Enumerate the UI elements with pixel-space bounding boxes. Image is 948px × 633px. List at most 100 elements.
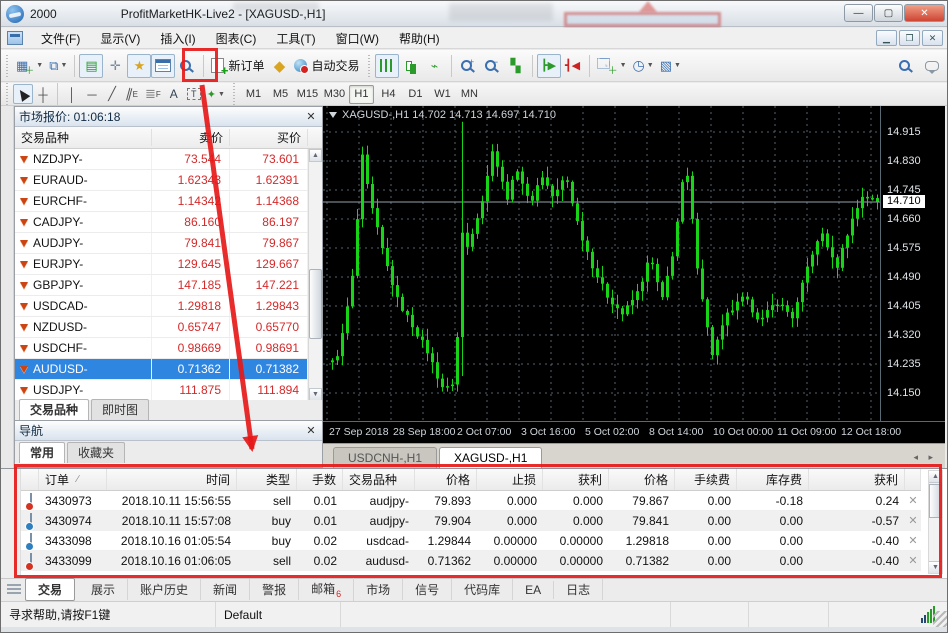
tab-常用[interactable]: 常用 <box>19 442 66 463</box>
toolbar-drag-handle[interactable] <box>4 54 10 77</box>
terminal-scrollbar[interactable]: ▲ ▼ <box>928 470 943 574</box>
timeframe-m5[interactable]: M5 <box>268 85 293 104</box>
orders-col-header-0[interactable]: 订单 ∕ <box>39 469 107 490</box>
toolbar-drag-handle[interactable] <box>4 83 10 105</box>
vertical-line-button[interactable]: │ <box>62 84 82 104</box>
market-watch-row[interactable]: AUDUSD- 0.71362 0.71382 <box>15 359 322 380</box>
timeframe-mn[interactable]: MN <box>457 85 482 104</box>
market-watch-close-icon[interactable]: ✕ <box>304 110 318 123</box>
orders-col-header-4[interactable]: 交易品种 <box>343 469 415 490</box>
profiles-button[interactable]: ⧉ ▼ <box>46 54 70 78</box>
indicators-button[interactable]: 🗔 ＋ ▼ <box>594 54 630 78</box>
orders-col-header-5[interactable]: 价格 <box>415 469 477 490</box>
trendline-button[interactable]: ╱ <box>102 84 122 104</box>
resize-grip[interactable] <box>933 611 947 627</box>
chart-tab-USDCNH-,H1[interactable]: USDCNH-,H1 <box>333 447 438 468</box>
close-order-icon[interactable]: ✕ <box>905 494 921 507</box>
market-watch-row[interactable]: USDJPY- 111.875 111.894 <box>15 380 322 401</box>
bar-chart-button[interactable] <box>374 53 399 78</box>
time-axis[interactable]: 27 Sep 2018 28 Sep 18:00 2 Oct 07:00 3 Oct … <box>323 421 945 443</box>
scroll-thumb[interactable] <box>309 269 322 339</box>
market-watch-scrollbar[interactable]: ▲ ▼ <box>308 149 322 401</box>
terminal-tab-交易[interactable]: 交易 <box>25 578 76 601</box>
terminal-tab-代码库[interactable]: 代码库 <box>452 579 514 600</box>
orders-col-header-10[interactable]: 库存费 <box>737 469 809 490</box>
timeframe-m1[interactable]: M1 <box>241 85 266 104</box>
orders-col-header-1[interactable]: 时间 <box>107 469 237 490</box>
maximize-button[interactable]: ▢ <box>874 4 903 22</box>
channel-button[interactable]: ∥ E <box>122 84 142 104</box>
autotrading-button[interactable]: 自动交易 <box>291 54 362 78</box>
market-watch-row[interactable]: GBPJPY- 147.185 147.221 <box>15 275 322 296</box>
menu-item-插入I[interactable]: 插入(I) <box>150 28 205 49</box>
zoom-in-button[interactable]: + <box>456 54 480 78</box>
timeframe-w1[interactable]: W1 <box>430 85 455 104</box>
order-row[interactable]: 3430974 2018.10.11 15:57:08 buy 0.01 audjpy-… <box>21 511 921 531</box>
data-window-button[interactable]: ✛ <box>103 54 127 78</box>
terminal-tab-日志[interactable]: 日志 <box>554 579 604 600</box>
child-close-button[interactable]: ✕ <box>922 30 943 46</box>
market-watch-button[interactable]: ▤ <box>79 53 104 78</box>
chart-shift-button[interactable]: ┫◀ <box>561 54 585 78</box>
terminal-tab-信号[interactable]: 信号 <box>403 579 453 600</box>
close-order-icon[interactable]: ✕ <box>905 534 921 547</box>
periods-button[interactable]: ◷ ▼ <box>630 54 657 78</box>
price-axis[interactable]: 14.710 14.915 14.830 14.745 14.660 14.575 14.… <box>880 106 945 421</box>
timeframe-m15[interactable]: M15 <box>295 85 320 104</box>
metaeditor-button[interactable]: ◆ <box>267 54 291 78</box>
tab-即时图[interactable]: 即时图 <box>91 399 150 420</box>
cursor-button[interactable] <box>13 84 33 104</box>
crosshair-button[interactable]: ┼ <box>33 84 53 104</box>
market-watch-row[interactable]: CADJPY- 86.160 86.197 <box>15 212 322 233</box>
chat-icon[interactable] <box>925 60 939 74</box>
chevron-down-icon[interactable] <box>329 112 337 118</box>
orders-col-header-7[interactable]: 获利 <box>543 469 609 490</box>
templates-button[interactable]: ▧ ▼ <box>657 54 684 78</box>
timeframe-m30[interactable]: M30 <box>322 85 347 104</box>
price-chart[interactable] <box>323 106 880 421</box>
orders-col-header-11[interactable]: 获利 <box>809 469 905 490</box>
market-watch-row[interactable]: EURAUD- 1.62343 1.62391 <box>15 170 322 191</box>
arrows-button[interactable]: ✦ ▼ <box>204 84 228 104</box>
tile-windows-button[interactable]: ▚ <box>504 54 528 78</box>
menu-item-工具T[interactable]: 工具(T) <box>266 28 325 49</box>
terminal-tab-新闻[interactable]: 新闻 <box>201 579 251 600</box>
terminal-tab-展示[interactable]: 展示 <box>79 579 129 600</box>
minimize-button[interactable]: — <box>844 4 873 22</box>
orders-col-header-2[interactable]: 类型 <box>237 469 297 490</box>
terminal-tab-EA[interactable]: EA <box>513 580 555 599</box>
child-restore-button[interactable]: ❐ <box>899 30 920 46</box>
timeframe-h4[interactable]: H4 <box>376 85 401 104</box>
close-order-icon[interactable]: ✕ <box>905 514 921 527</box>
scroll-thumb[interactable] <box>929 484 942 518</box>
line-chart-button[interactable]: ⌁ <box>423 54 447 78</box>
toolbar-drag-handle[interactable] <box>230 83 237 105</box>
scroll-down-icon[interactable]: ▼ <box>929 561 942 573</box>
horizontal-line-button[interactable]: ─ <box>82 84 102 104</box>
tab-交易品种[interactable]: 交易品种 <box>19 399 90 420</box>
orders-col-header-6[interactable]: 止损 <box>477 469 543 490</box>
tab-scroll-arrows[interactable]: ◂ ▸ <box>913 452 937 463</box>
menu-item-帮助H[interactable]: 帮助(H) <box>389 28 450 49</box>
orders-col-header-9[interactable]: 手续费 <box>675 469 737 490</box>
market-watch-row[interactable]: USDCHF- 0.98669 0.98691 <box>15 338 322 359</box>
market-watch-row[interactable]: EURCHF- 1.14342 1.14368 <box>15 191 322 212</box>
fibonacci-button[interactable]: ≣ F <box>142 84 164 104</box>
market-watch-row[interactable]: NZDJPY- 73.544 73.601 <box>15 149 322 170</box>
chart-tab-XAGUSD-,H1[interactable]: XAGUSD-,H1 <box>439 447 543 468</box>
scroll-up-icon[interactable]: ▲ <box>929 471 942 483</box>
orders-col-header-3[interactable]: 手数 <box>297 469 343 490</box>
child-minimize-button[interactable]: ▁ <box>876 30 897 46</box>
new-chart-button[interactable]: ▦ ＋ ▼ <box>13 54 46 78</box>
timeframe-h1[interactable]: H1 <box>348 84 374 104</box>
text-label-button[interactable]: T <box>184 84 204 104</box>
menu-item-窗口W[interactable]: 窗口(W) <box>326 28 389 49</box>
scroll-up-icon[interactable]: ▲ <box>309 149 322 162</box>
market-watch-row[interactable]: NZDUSD- 0.65747 0.65770 <box>15 317 322 338</box>
terminal-tab-警报[interactable]: 警报 <box>250 579 300 600</box>
close-order-icon[interactable]: ✕ <box>905 554 921 567</box>
market-watch-row[interactable]: AUDJPY- 79.841 79.867 <box>15 233 322 254</box>
new-order-button[interactable]: 新订单 <box>208 54 267 78</box>
menu-item-文件F[interactable]: 文件(F) <box>31 28 90 49</box>
market-watch-row[interactable]: USDCAD- 1.29818 1.29843 <box>15 296 322 317</box>
